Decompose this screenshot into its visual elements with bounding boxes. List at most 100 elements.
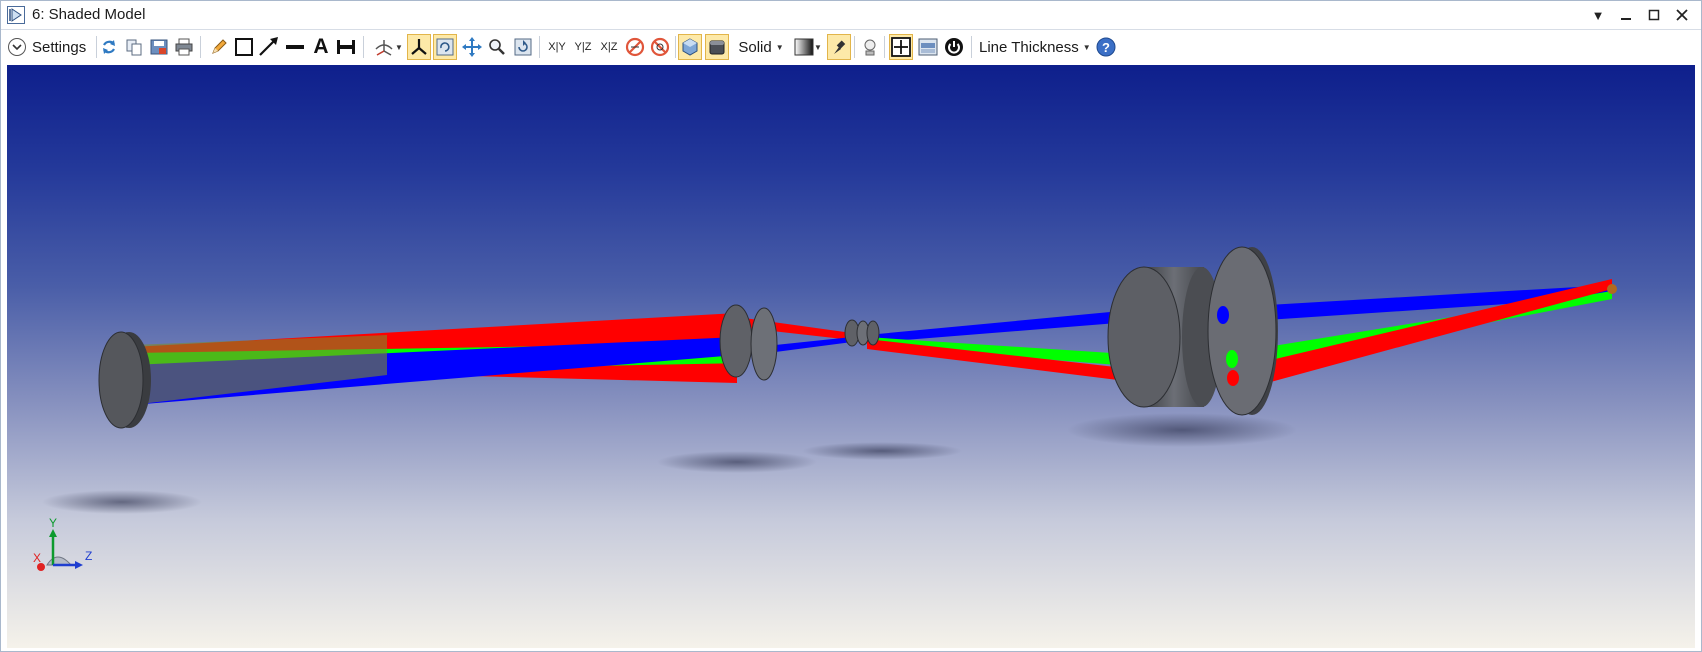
app-icon bbox=[7, 6, 25, 24]
toolbar: Settings A ▼ X|Y Y|Z X|Z Solid ▼ ▼ Line … bbox=[1, 30, 1701, 64]
dropdown-caret-icon: ▼ bbox=[775, 42, 784, 52]
no-surfaces-button[interactable] bbox=[648, 34, 672, 60]
settings-button[interactable]: Settings bbox=[7, 34, 92, 60]
cube-view-button[interactable] bbox=[678, 34, 702, 60]
solid-box-icon bbox=[709, 40, 725, 55]
dropdown-caret-icon: ▼ bbox=[1082, 42, 1091, 52]
layout-scene: Y X Z bbox=[33, 246, 1617, 571]
shadow bbox=[802, 442, 962, 460]
view-xy-label: X|Y bbox=[548, 41, 566, 53]
copy-button[interactable] bbox=[122, 34, 146, 60]
green-ray-spot bbox=[1226, 350, 1238, 368]
view-yz-button[interactable]: Y|Z bbox=[571, 34, 595, 60]
line-icon bbox=[286, 45, 304, 49]
line-thickness-label: Line Thickness bbox=[979, 38, 1079, 56]
shadow bbox=[657, 451, 817, 473]
save-button[interactable] bbox=[147, 34, 171, 60]
toolbar-separator bbox=[884, 36, 885, 58]
rotate-view-button[interactable] bbox=[433, 34, 457, 60]
text-button[interactable]: A bbox=[309, 34, 333, 60]
light-source-button[interactable] bbox=[858, 34, 882, 60]
view-xz-button[interactable]: X|Z bbox=[597, 34, 621, 60]
rotate-view-icon bbox=[436, 38, 454, 56]
toolbar-separator bbox=[363, 36, 364, 58]
toolbar-separator bbox=[971, 36, 972, 58]
gradient-icon bbox=[794, 38, 814, 56]
dropdown-caret-icon: ▼ bbox=[395, 42, 403, 52]
axis-triad bbox=[37, 529, 83, 571]
dimension-button[interactable] bbox=[334, 34, 358, 60]
print-button[interactable] bbox=[172, 34, 196, 60]
reset-view-icon bbox=[514, 38, 532, 56]
axis-z-label: Z bbox=[85, 549, 92, 563]
cube-icon bbox=[682, 38, 698, 56]
power-icon bbox=[945, 38, 963, 56]
blue-ray-spot bbox=[1217, 306, 1229, 324]
rectangle-button[interactable] bbox=[232, 34, 256, 60]
large-lens-front-face bbox=[1207, 246, 1277, 416]
axes-button[interactable] bbox=[407, 34, 431, 60]
toolbar-separator bbox=[539, 36, 540, 58]
axes-icon bbox=[411, 39, 427, 55]
red-ray-spot bbox=[1227, 370, 1239, 386]
flashlight-icon bbox=[834, 40, 846, 54]
source-disc-face bbox=[98, 331, 144, 429]
window-layout-button[interactable] bbox=[916, 34, 940, 60]
no-rays-button[interactable] bbox=[623, 34, 647, 60]
toolbar-separator bbox=[675, 36, 676, 58]
solid-dropdown[interactable]: Solid ▼ bbox=[735, 34, 787, 60]
zoom-button[interactable] bbox=[485, 34, 509, 60]
pencil-button[interactable] bbox=[207, 34, 231, 60]
mixed-ray-fan bbox=[132, 335, 387, 405]
close-icon[interactable] bbox=[1671, 4, 1693, 26]
power-button[interactable] bbox=[942, 34, 966, 60]
dropdown-arrow-icon[interactable]: ▼ bbox=[1587, 4, 1609, 26]
shadow bbox=[42, 490, 202, 514]
line-button[interactable] bbox=[283, 34, 307, 60]
arrow-icon bbox=[259, 37, 278, 56]
axis-y-label: Y bbox=[49, 516, 57, 530]
reset-view-button[interactable] bbox=[511, 34, 535, 60]
prohibited-rays-icon bbox=[625, 37, 645, 57]
pan-button[interactable] bbox=[460, 34, 484, 60]
refresh-icon bbox=[103, 40, 115, 54]
minimize-icon[interactable] bbox=[1615, 4, 1637, 26]
pan-icon bbox=[462, 37, 482, 57]
title-bar: 6: Shaded Model ▼ bbox=[1, 1, 1701, 30]
fit-view-button[interactable] bbox=[889, 34, 913, 60]
red-ray-bundle bbox=[1267, 279, 1612, 383]
background-dropdown[interactable]: ▼ bbox=[791, 34, 825, 60]
rotate-menu-button[interactable]: ▼ bbox=[371, 34, 405, 60]
fit-view-icon bbox=[891, 37, 911, 57]
settings-label: Settings bbox=[32, 38, 87, 56]
window-layout-icon bbox=[918, 38, 938, 56]
refresh-button[interactable] bbox=[97, 34, 121, 60]
help-button[interactable]: ? bbox=[1094, 34, 1118, 60]
blue-ray-bundle bbox=[867, 309, 1142, 343]
svg-text:?: ? bbox=[1102, 40, 1110, 55]
solid-label: Solid bbox=[738, 38, 772, 56]
view-xy-button[interactable]: X|Y bbox=[545, 34, 569, 60]
window-title: 6: Shaded Model bbox=[32, 6, 146, 23]
line-thickness-dropdown[interactable]: Line Thickness ▼ bbox=[979, 34, 1093, 60]
dimension-icon bbox=[337, 40, 355, 54]
lens-element bbox=[719, 304, 753, 378]
image-plane-marker bbox=[1607, 284, 1617, 294]
arrow-button[interactable] bbox=[257, 34, 281, 60]
print-icon bbox=[175, 38, 193, 56]
flashlight-button[interactable] bbox=[827, 34, 851, 60]
prohibited-surfaces-icon bbox=[650, 37, 670, 57]
lens-element bbox=[866, 320, 880, 346]
dropdown-caret-icon: ▼ bbox=[814, 42, 822, 52]
toolbar-separator bbox=[854, 36, 855, 58]
help-icon: ? bbox=[1096, 37, 1116, 57]
shaded-model-viewport[interactable]: Y X Z bbox=[7, 65, 1695, 648]
large-lens-front-face bbox=[1107, 266, 1181, 408]
toolbar-separator bbox=[200, 36, 201, 58]
maximize-icon[interactable] bbox=[1643, 4, 1665, 26]
shaded-model-window: 6: Shaded Model ▼ Settings A ▼ X|Y Y|Z X… bbox=[0, 0, 1702, 652]
pencil-icon bbox=[212, 39, 227, 54]
view-xz-label: X|Z bbox=[600, 41, 618, 53]
shadow bbox=[1067, 413, 1297, 447]
solid-box-button[interactable] bbox=[705, 34, 729, 60]
